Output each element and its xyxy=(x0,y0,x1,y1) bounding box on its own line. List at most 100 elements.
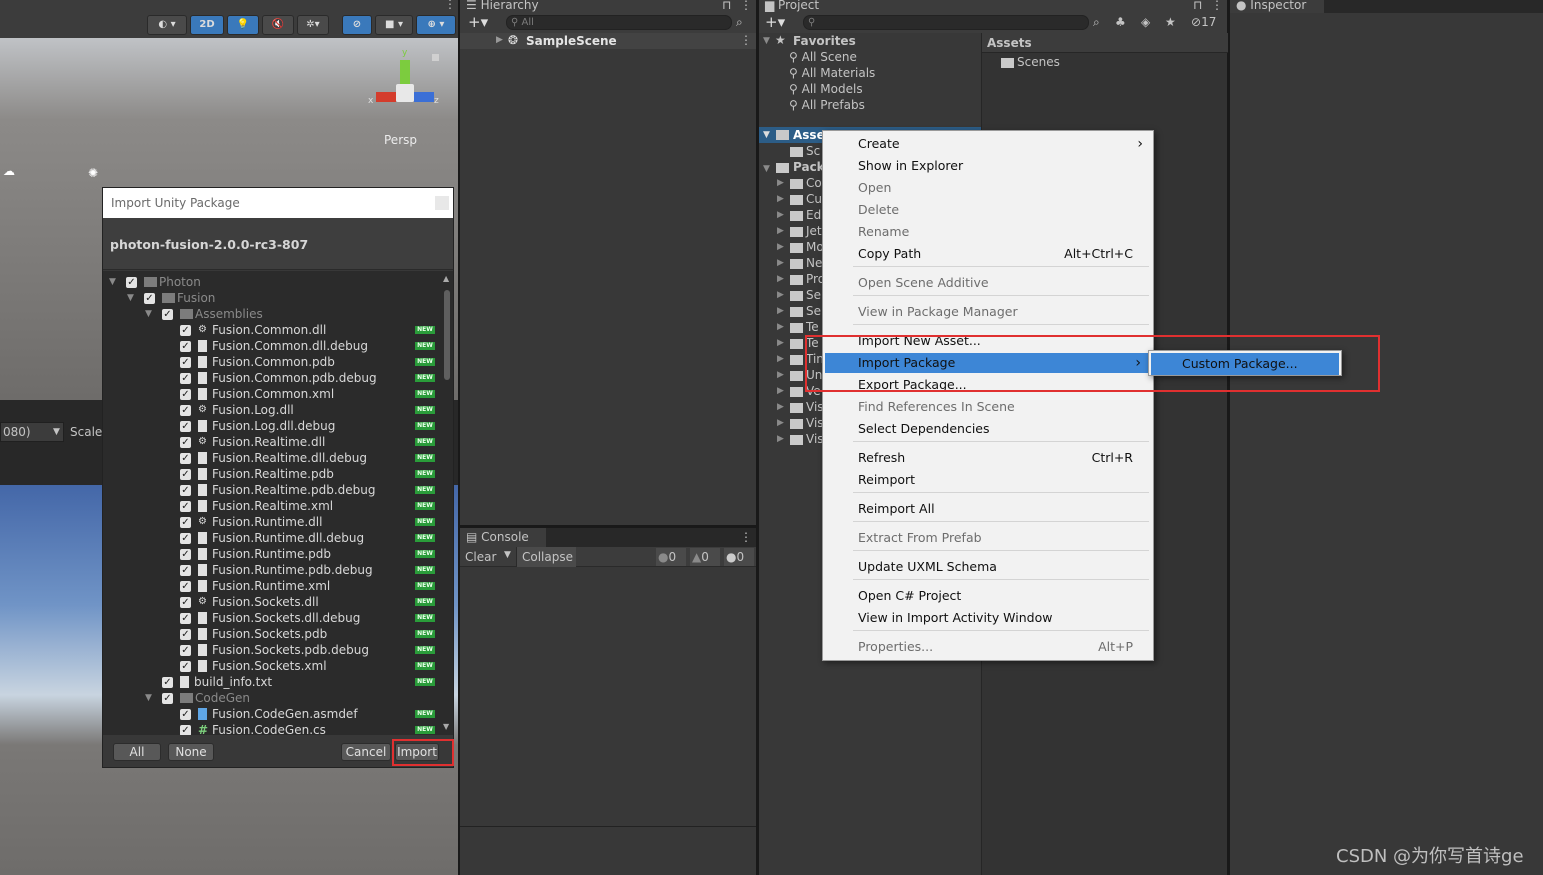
expand-arrow-icon[interactable]: ▶ xyxy=(777,274,784,284)
expand-arrow-icon[interactable]: ▼ xyxy=(763,164,770,174)
tree-row[interactable]: ✓ ⚙ Fusion.Log.dll NEW xyxy=(103,402,443,418)
more-icon[interactable]: ⋮ xyxy=(740,530,752,544)
filter-by-type-icon[interactable]: ♣ xyxy=(1115,15,1126,29)
include-checkbox[interactable]: ✓ xyxy=(126,277,137,288)
breadcrumb-assets[interactable]: Assets xyxy=(987,36,1032,50)
tree-row[interactable]: ✓ Fusion.Sockets.xml NEW xyxy=(103,658,443,674)
package-item[interactable]: Se xyxy=(806,287,821,303)
include-checkbox[interactable]: ✓ xyxy=(180,549,191,560)
include-checkbox[interactable]: ✓ xyxy=(180,437,191,448)
expand-arrow-icon[interactable]: ▼ xyxy=(145,690,152,706)
orientation-gizmo[interactable]: y x z xyxy=(368,48,440,112)
package-item[interactable]: Jet xyxy=(806,223,822,239)
scroll-up-icon[interactable]: ▲ xyxy=(443,274,449,283)
search-by-type-icon[interactable]: ⌕ xyxy=(736,15,743,30)
package-item[interactable]: Cu xyxy=(806,191,822,207)
include-checkbox[interactable]: ✓ xyxy=(180,709,191,720)
include-checkbox[interactable]: ✓ xyxy=(180,645,191,656)
package-tree[interactable]: ▼ ✓ Photon ▼ ✓ Fusion ▼ ✓ Assemblies ✓ ⚙ Fusion.Com… xyxy=(103,271,453,735)
include-checkbox[interactable]: ✓ xyxy=(180,565,191,576)
effects-toggle-icon[interactable]: ✲▾ xyxy=(297,15,329,35)
include-checkbox[interactable]: ✓ xyxy=(180,597,191,608)
clear-button[interactable]: Clear xyxy=(465,550,496,564)
include-checkbox[interactable]: ✓ xyxy=(162,693,173,704)
draw-mode-button[interactable]: ◐ ▾ xyxy=(147,15,187,35)
tree-row[interactable]: ▼ ✓ Assemblies xyxy=(103,306,443,322)
include-checkbox[interactable]: ✓ xyxy=(144,293,155,304)
tree-row[interactable]: ✓ Fusion.Realtime.xml NEW xyxy=(103,498,443,514)
tree-row[interactable]: ▼ ✓ Fusion xyxy=(103,290,443,306)
expand-arrow-icon[interactable]: ▶ xyxy=(496,35,503,45)
expand-arrow-icon[interactable]: ▶ xyxy=(777,354,784,364)
tree-row[interactable]: ✓ ⚙ Fusion.Sockets.dll NEW xyxy=(103,594,443,610)
tree-scrollbar[interactable]: ▲ ▼ xyxy=(443,274,451,732)
favorite-item[interactable]: ⚲ All Models xyxy=(789,81,863,97)
include-checkbox[interactable]: ✓ xyxy=(180,661,191,672)
lighting-toggle-icon[interactable]: 💡 xyxy=(227,15,259,35)
menu-item-create[interactable]: Create › xyxy=(823,134,1153,154)
scroll-thumb[interactable] xyxy=(444,290,450,380)
search-by-type-icon[interactable]: ⌕ xyxy=(1093,15,1100,30)
expand-arrow-icon[interactable]: ▶ xyxy=(777,370,784,380)
gizmos-toggle-icon[interactable]: ⊕ ▾ xyxy=(416,15,456,35)
tree-row[interactable]: ✓ ⚙ Fusion.Runtime.dll NEW xyxy=(103,514,443,530)
expand-arrow-icon[interactable]: ▶ xyxy=(777,226,784,236)
clear-options-icon[interactable]: ▼ xyxy=(504,550,511,560)
favorite-icon[interactable]: ★ xyxy=(1165,15,1176,29)
favorite-item[interactable]: ⚲ All Prefabs xyxy=(789,97,865,113)
include-checkbox[interactable]: ✓ xyxy=(180,357,191,368)
expand-arrow-icon[interactable]: ▶ xyxy=(777,290,784,300)
tab-inspector[interactable]: ● Inspector xyxy=(1230,0,1324,13)
tree-row[interactable]: ✓ Fusion.Sockets.dll.debug NEW xyxy=(103,610,443,626)
more-icon[interactable]: ⋮ xyxy=(444,0,456,11)
include-checkbox[interactable]: ✓ xyxy=(180,613,191,624)
resolution-dropdown[interactable]: 080) ▼ xyxy=(0,422,64,442)
search-input[interactable]: ⚲ All xyxy=(506,15,732,30)
collapse-button[interactable]: Collapse xyxy=(516,547,576,567)
more-icon[interactable]: ⋮ xyxy=(740,0,752,11)
package-item[interactable]: Vis xyxy=(806,431,824,447)
2d-toggle[interactable]: 2D xyxy=(190,15,224,35)
include-checkbox[interactable]: ✓ xyxy=(180,421,191,432)
expand-arrow-icon[interactable]: ▶ xyxy=(777,178,784,188)
add-icon[interactable]: +▾ xyxy=(765,13,785,31)
packages-label[interactable]: Pack xyxy=(793,159,825,175)
more-icon[interactable]: ⋮ xyxy=(1211,0,1223,11)
include-checkbox[interactable]: ✓ xyxy=(180,629,191,640)
lock-icon[interactable]: ⊓ xyxy=(722,0,731,11)
tree-row[interactable]: ✓ # Fusion.CodeGen.cs NEW xyxy=(103,722,443,735)
more-icon[interactable]: ⋮ xyxy=(740,33,752,47)
search-input[interactable]: ⚲ xyxy=(803,15,1089,30)
include-checkbox[interactable]: ✓ xyxy=(180,341,191,352)
expand-arrow-icon[interactable]: ▶ xyxy=(777,306,784,316)
scroll-down-icon[interactable]: ▼ xyxy=(443,722,449,731)
tree-row[interactable]: ✓ Fusion.CodeGen.asmdef NEW xyxy=(103,706,443,722)
close-icon[interactable] xyxy=(435,196,449,210)
error-filter-toggle[interactable]: ●0 xyxy=(656,548,686,566)
menu-item-select-dependencies[interactable]: Select Dependencies xyxy=(823,419,1153,439)
audio-toggle-icon[interactable]: 🔇 xyxy=(262,15,294,35)
tree-row[interactable]: ✓ build_info.txt NEW xyxy=(103,674,443,690)
console-details-divider[interactable] xyxy=(460,826,756,827)
expand-arrow-icon[interactable]: ▶ xyxy=(777,210,784,220)
include-checkbox[interactable]: ✓ xyxy=(162,309,173,320)
menu-item-refresh[interactable]: Refresh Ctrl+R xyxy=(823,448,1153,468)
include-checkbox[interactable]: ✓ xyxy=(180,453,191,464)
menu-item-copy-path[interactable]: Copy Path Alt+Ctrl+C xyxy=(823,244,1153,264)
include-checkbox[interactable]: ✓ xyxy=(162,677,173,688)
tree-row[interactable]: ✓ Fusion.Common.xml NEW xyxy=(103,386,443,402)
favorite-item[interactable]: ⚲ All Materials xyxy=(789,65,875,81)
scene-row[interactable]: ▶ ❂ SampleScene ⋮ xyxy=(460,33,756,49)
tree-row[interactable]: ▼ ✓ CodeGen xyxy=(103,690,443,706)
package-item[interactable]: Se xyxy=(806,303,821,319)
include-checkbox[interactable]: ✓ xyxy=(180,373,191,384)
expand-arrow-icon[interactable]: ▶ xyxy=(777,386,784,396)
tree-row[interactable]: ✓ Fusion.Realtime.dll.debug NEW xyxy=(103,450,443,466)
select-all-button[interactable]: All xyxy=(113,743,161,761)
tree-row[interactable]: ✓ Fusion.Sockets.pdb NEW xyxy=(103,626,443,642)
tree-row[interactable]: ✓ Fusion.Log.dll.debug NEW xyxy=(103,418,443,434)
expand-arrow-icon[interactable]: ▼ xyxy=(127,290,134,306)
package-item[interactable]: Co xyxy=(806,175,822,191)
assets-child-label[interactable]: Sc xyxy=(806,143,820,159)
tree-row[interactable]: ✓ Fusion.Runtime.pdb NEW xyxy=(103,546,443,562)
